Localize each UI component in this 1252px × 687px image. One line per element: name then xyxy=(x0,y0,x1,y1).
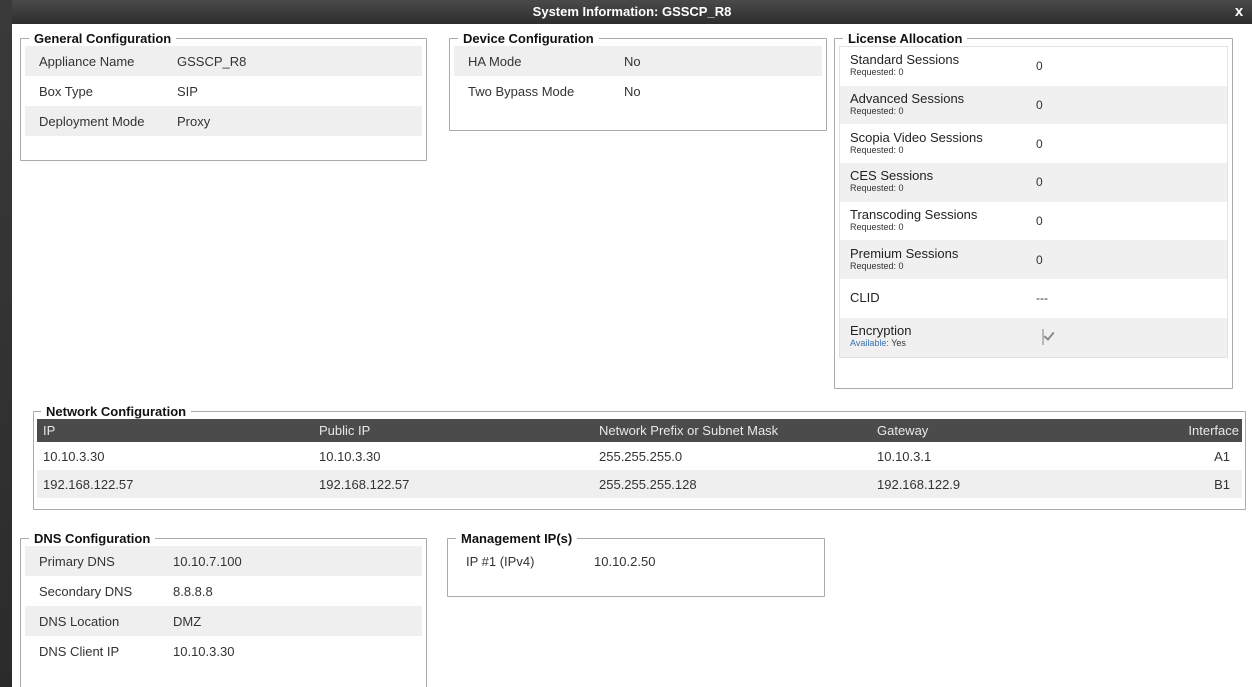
dns-configuration-legend: DNS Configuration xyxy=(34,531,151,546)
license-name: Standard Sessions xyxy=(850,52,960,68)
kv-value: No xyxy=(624,53,641,69)
license-value: 0 xyxy=(1036,98,1043,113)
license-requested: Requested: 0 xyxy=(850,144,904,155)
license-requested: Requested: 0 xyxy=(850,106,904,117)
encryption-available-label: Available: xyxy=(850,338,889,349)
kv-value: 10.10.7.100 xyxy=(173,553,242,569)
dialog-title: System Information: GSSCP_R8 xyxy=(532,4,732,19)
column-header-interface: Interface xyxy=(1093,419,1242,442)
kv-key: DNS Location xyxy=(39,613,120,629)
column-header-ip: IP xyxy=(37,419,313,442)
license-value: 0 xyxy=(1036,59,1043,74)
license-name: Scopia Video Sessions xyxy=(850,129,983,145)
general-configuration-panel: General Configuration Appliance Name GSS… xyxy=(20,31,427,161)
network-configuration-panel: Network Configuration IP Public IP Netwo… xyxy=(33,404,1246,510)
cell-ip: 10.10.3.30 xyxy=(43,448,105,464)
kv-value: 10.10.3.30 xyxy=(173,643,235,659)
dialog-titlebar: System Information: GSSCP_R8 x xyxy=(12,0,1252,24)
license-name: CES Sessions xyxy=(850,168,934,184)
network-configuration-legend: Network Configuration xyxy=(46,404,187,419)
kv-value: Proxy xyxy=(177,113,211,129)
license-requested: Requested: 0 xyxy=(850,67,904,78)
license-row-advanced: Advanced Sessions Requested: 0 0 xyxy=(840,85,1227,125)
license-allocation-panel: License Allocation Standard Sessions Req… xyxy=(834,31,1233,389)
kv-row-two-bypass-mode: Two Bypass Mode No xyxy=(454,76,822,106)
table-row: 10.10.3.30 10.10.3.30 255.255.255.0 10.1… xyxy=(37,442,1242,470)
management-ips-panel: Management IP(s) IP #1 (IPv4) 10.10.2.50 xyxy=(447,531,825,597)
license-value: 0 xyxy=(1036,252,1043,267)
license-name: Premium Sessions xyxy=(850,245,959,261)
network-table: IP Public IP Network Prefix or Subnet Ma… xyxy=(37,419,1242,498)
kv-row-dns-client-ip: DNS Client IP 10.10.3.30 xyxy=(25,636,422,666)
license-name: Transcoding Sessions xyxy=(850,207,978,223)
license-row-standard: Standard Sessions Requested: 0 0 xyxy=(840,47,1227,86)
kv-key: Appliance Name xyxy=(39,53,135,69)
kv-key: Primary DNS xyxy=(39,553,115,569)
kv-value: SIP xyxy=(177,83,198,99)
kv-value: GSSCP_R8 xyxy=(177,53,247,69)
license-name: Encryption xyxy=(850,323,912,339)
license-requested: Requested: 0 xyxy=(850,183,904,194)
license-requested: Requested: 0 xyxy=(850,222,904,233)
license-requested: Requested: 0 xyxy=(850,260,904,271)
cell-gateway: 10.10.3.1 xyxy=(877,448,932,464)
license-row-encryption: Encryption Available: Yes xyxy=(840,317,1227,357)
device-configuration-panel: Device Configuration HA Mode No Two Bypa… xyxy=(449,31,827,131)
encryption-checkbox[interactable] xyxy=(1042,329,1044,346)
column-header-gateway: Gateway xyxy=(871,419,1094,442)
license-value: 0 xyxy=(1036,175,1043,190)
general-configuration-legend: General Configuration xyxy=(34,31,172,46)
column-header-public-ip: Public IP xyxy=(313,419,593,442)
kv-row-dns-location: DNS Location DMZ xyxy=(25,606,422,636)
cell-public-ip: 10.10.3.30 xyxy=(319,448,381,464)
kv-row-appliance-name: Appliance Name GSSCP_R8 xyxy=(25,46,422,76)
table-row: 192.168.122.57 192.168.122.57 255.255.25… xyxy=(37,470,1242,498)
kv-key: Deployment Mode xyxy=(39,113,145,129)
license-list: Standard Sessions Requested: 0 0 Advance… xyxy=(839,46,1228,358)
kv-row-primary-dns: Primary DNS 10.10.7.100 xyxy=(25,546,422,576)
encryption-available-value: Yes xyxy=(891,338,906,349)
cell-gateway: 192.168.122.9 xyxy=(871,470,1094,498)
license-row-scopia-video: Scopia Video Sessions Requested: 0 0 xyxy=(840,124,1227,163)
license-value: 0 xyxy=(1036,214,1043,229)
kv-key: Two Bypass Mode xyxy=(468,83,575,99)
dialog-body: General Configuration Appliance Name GSS… xyxy=(12,24,1252,687)
cell-subnet-mask: 255.255.255.0 xyxy=(599,448,683,464)
license-value: --- xyxy=(1036,291,1048,306)
window-left-edge xyxy=(0,0,12,687)
kv-value: No xyxy=(624,83,641,99)
license-allocation-legend: License Allocation xyxy=(848,31,963,46)
license-name: Advanced Sessions xyxy=(850,91,965,107)
kv-row-deployment-mode: Deployment Mode Proxy xyxy=(25,106,422,136)
network-table-header: IP Public IP Network Prefix or Subnet Ma… xyxy=(37,419,1242,442)
kv-value: 8.8.8.8 xyxy=(173,583,213,599)
kv-value: DMZ xyxy=(173,613,202,629)
kv-row-box-type: Box Type SIP xyxy=(25,76,422,106)
cell-subnet-mask: 255.255.255.128 xyxy=(593,470,871,498)
kv-row-secondary-dns: Secondary DNS 8.8.8.8 xyxy=(25,576,422,606)
license-name: CLID xyxy=(850,290,880,306)
kv-value: 10.10.2.50 xyxy=(594,553,656,569)
column-header-subnet-mask: Network Prefix or Subnet Mask xyxy=(593,419,871,442)
license-row-transcoding: Transcoding Sessions Requested: 0 0 xyxy=(840,202,1227,241)
dns-configuration-panel: DNS Configuration Primary DNS 10.10.7.10… xyxy=(20,531,427,687)
cell-interface: B1 xyxy=(1093,470,1242,498)
management-ips-legend: Management IP(s) xyxy=(461,531,573,546)
close-icon[interactable]: x xyxy=(1230,0,1248,24)
cell-interface: A1 xyxy=(1214,448,1230,464)
license-value: 0 xyxy=(1036,136,1043,151)
kv-row-management-ip-1: IP #1 (IPv4) 10.10.2.50 xyxy=(452,546,820,576)
license-row-clid: CLID --- xyxy=(840,279,1227,318)
kv-key: IP #1 (IPv4) xyxy=(466,553,535,569)
kv-key: HA Mode xyxy=(468,53,522,69)
cell-ip: 192.168.122.57 xyxy=(37,470,313,498)
kv-key: DNS Client IP xyxy=(39,643,120,659)
kv-row-ha-mode: HA Mode No xyxy=(454,46,822,76)
device-configuration-legend: Device Configuration xyxy=(463,31,594,46)
kv-key: Box Type xyxy=(39,83,93,99)
license-row-premium: Premium Sessions Requested: 0 0 xyxy=(840,240,1227,280)
cell-public-ip: 192.168.122.57 xyxy=(313,470,593,498)
license-row-ces: CES Sessions Requested: 0 0 xyxy=(840,163,1227,202)
kv-key: Secondary DNS xyxy=(39,583,133,599)
